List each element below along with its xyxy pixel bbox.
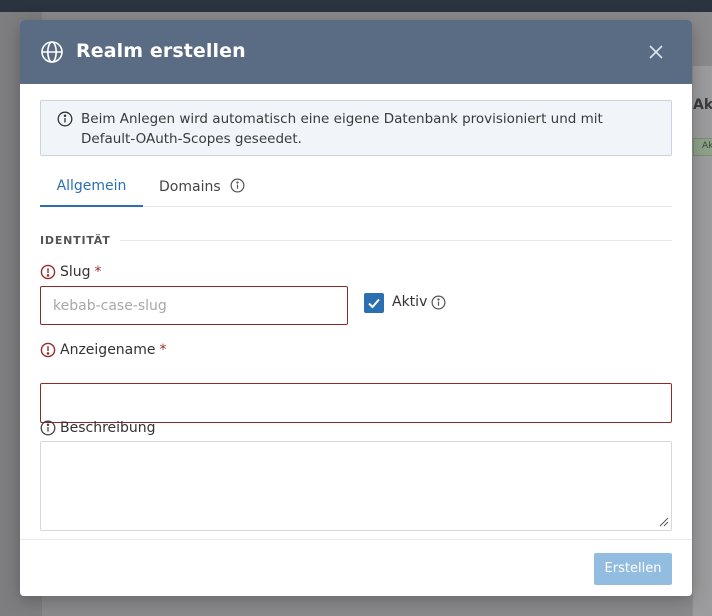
tab-domains[interactable]: Domains [159,170,259,207]
description-label: Beschreibung [40,420,156,436]
dialog-header: Realm erstellen [20,20,692,84]
active-label: Aktiv [392,294,446,310]
active-checkbox[interactable] [364,293,384,313]
tab-domains-label: Domains [159,179,221,195]
display-name-input[interactable] [40,383,672,423]
info-icon [40,420,56,436]
checkmark-icon [368,298,380,309]
create-button[interactable]: Erstellen [594,553,672,585]
slug-input[interactable] [40,286,348,325]
create-realm-dialog: Realm erstellen Beim Anlegen wird automa… [20,20,692,596]
required-mark: * [159,342,167,358]
info-icon [57,111,73,127]
resize-grip-icon[interactable] [659,517,669,527]
section-divider [120,240,672,241]
display-name-label-text: Anzeigename [60,342,156,358]
description-label-text: Beschreibung [60,420,156,436]
dialog-title: Realm erstellen [76,40,246,62]
info-icon [230,178,245,193]
info-notice-text: Beim Anlegen wird automatisch eine eigen… [81,111,603,147]
slug-label-text: Slug [60,264,91,280]
tab-allgemein-label: Allgemein [56,178,127,194]
background-peek-badge: Ak [693,138,712,156]
section-heading-identity: IDENTITÄT [40,234,111,247]
required-mark: * [94,264,102,280]
display-name-label: Anzeigename * [40,342,167,358]
error-icon [40,264,56,280]
tab-allgemein[interactable]: Allgemein [40,170,143,207]
dialog-footer: Erstellen [20,539,692,596]
active-label-text: Aktiv [392,294,428,310]
background-peek-text: Ak [693,97,712,113]
slug-label: Slug * [40,264,102,280]
tab-bar: Allgemein Domains [40,170,672,207]
error-icon [40,342,56,358]
globe-icon [41,41,63,63]
close-icon[interactable] [646,42,666,62]
info-notice: Beim Anlegen wird automatisch eine eigen… [40,100,672,156]
background-topbar [0,0,712,12]
description-textarea[interactable] [40,441,672,531]
info-icon [431,295,446,309]
